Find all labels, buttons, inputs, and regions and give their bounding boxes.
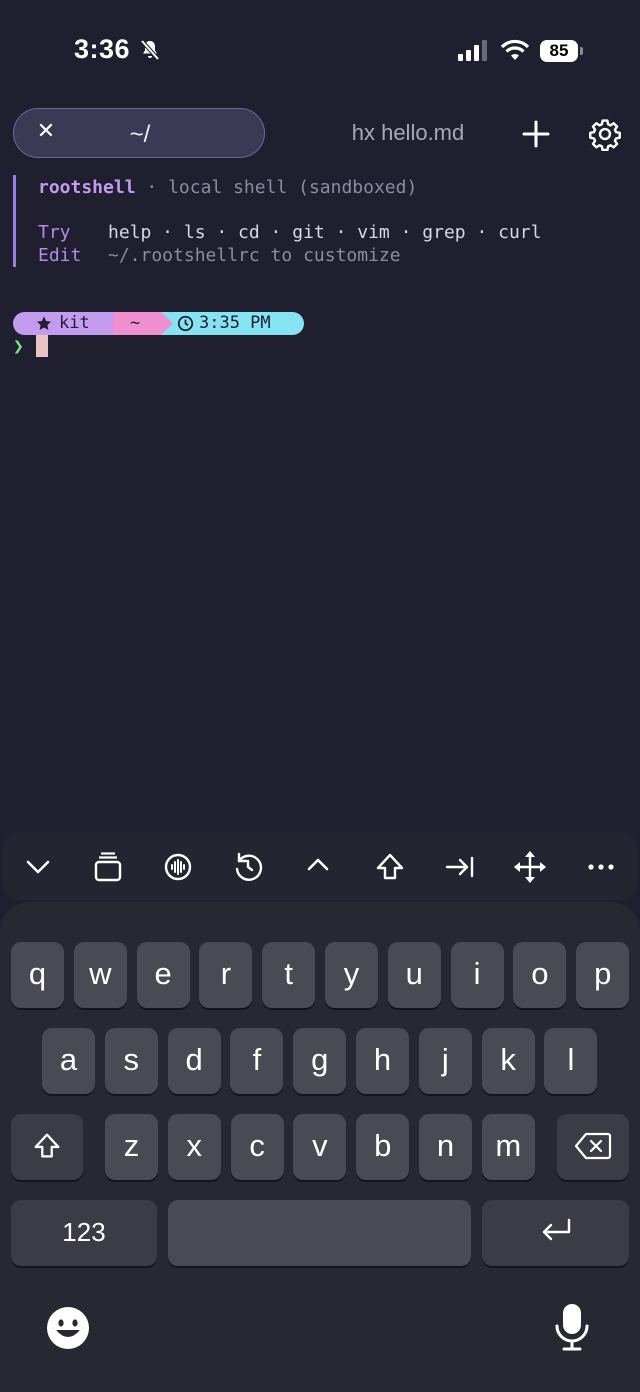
move-arrows-icon[interactable] xyxy=(512,849,548,885)
caret-up-icon[interactable] xyxy=(300,849,336,885)
key-r[interactable]: r xyxy=(199,942,253,1008)
text-cursor[interactable] xyxy=(36,335,48,357)
key-v[interactable]: v xyxy=(293,1114,347,1180)
tab-home-label: ~/ xyxy=(129,121,151,148)
history-icon[interactable] xyxy=(230,849,266,885)
prompt-user-segment: kit xyxy=(13,312,121,335)
prompt-time-segment: 3:35 PM xyxy=(173,312,304,335)
edit-text: ~/.rootshellrc to customize xyxy=(108,245,401,266)
welcome-edit-line: Edit ~/.rootshellrc to customize xyxy=(38,245,401,266)
key-s[interactable]: s xyxy=(104,1028,158,1094)
plus-icon[interactable] xyxy=(520,118,552,150)
shift-key[interactable] xyxy=(11,1114,83,1180)
try-commands: help · ls · cd · git · vim · grep · curl xyxy=(108,222,542,243)
key-g[interactable]: g xyxy=(293,1028,347,1094)
emoji-icon[interactable] xyxy=(46,1306,90,1350)
status-time: 3:36 xyxy=(74,34,131,64)
shift-arrow-icon[interactable] xyxy=(372,849,408,885)
try-label: Try xyxy=(38,222,71,243)
prompt-time: 3:35 PM xyxy=(199,313,271,333)
title-separator: · xyxy=(135,177,169,198)
key-u[interactable]: u xyxy=(387,942,441,1008)
key-toolbar xyxy=(2,832,638,900)
key-l[interactable]: l xyxy=(544,1028,598,1094)
key-o[interactable]: o xyxy=(513,942,567,1008)
key-j[interactable]: j xyxy=(418,1028,472,1094)
tabs-stack-icon[interactable] xyxy=(90,849,126,885)
clock-icon xyxy=(177,315,194,332)
cellular-signal-icon xyxy=(458,40,490,67)
return-key[interactable] xyxy=(482,1200,629,1266)
battery-cap xyxy=(580,47,583,55)
status-bar: 3:36 85 xyxy=(0,0,640,100)
return-icon xyxy=(542,1218,570,1241)
key-h[interactable]: h xyxy=(356,1028,409,1094)
welcome-try-line: Try help · ls · cd · git · vim · grep · c… xyxy=(38,222,541,243)
bell-muted-icon xyxy=(138,38,162,67)
star-icon xyxy=(36,316,52,330)
key-k[interactable]: k xyxy=(481,1028,535,1094)
edit-label: Edit xyxy=(38,245,82,266)
more-icon[interactable] xyxy=(583,849,619,885)
tab-editor[interactable]: hx hello.md xyxy=(330,120,486,146)
microphone-icon[interactable] xyxy=(554,1302,590,1352)
prompt-symbol: ❯ xyxy=(13,336,24,357)
brand-subtitle: local shell (sandboxed) xyxy=(168,177,418,198)
segment-arrow-2 xyxy=(161,312,173,335)
space-key[interactable] xyxy=(168,1200,471,1266)
key-n[interactable]: n xyxy=(419,1114,472,1180)
battery-indicator: 85 xyxy=(540,40,578,62)
key-e[interactable]: e xyxy=(136,942,190,1008)
welcome-title-line: rootshell · local shell (sandboxed) xyxy=(38,177,417,198)
tab-home[interactable]: ✕ ~/ xyxy=(13,108,265,158)
prompt-user: kit xyxy=(59,313,90,333)
key-i[interactable]: i xyxy=(450,942,504,1008)
tab-arrow-icon[interactable] xyxy=(442,849,478,885)
numbers-key[interactable]: 123 xyxy=(11,1200,157,1266)
key-y[interactable]: y xyxy=(325,942,378,1008)
key-z[interactable]: z xyxy=(105,1114,158,1180)
welcome-banner: rootshell · local shell (sandboxed) Try h… xyxy=(13,175,616,267)
key-p[interactable]: p xyxy=(576,942,630,1008)
key-t[interactable]: t xyxy=(262,942,316,1008)
shift-icon xyxy=(34,1133,60,1158)
wifi-icon xyxy=(500,38,530,67)
audio-wave-icon[interactable] xyxy=(160,849,196,885)
key-w[interactable]: w xyxy=(73,942,127,1008)
key-q[interactable]: q xyxy=(11,942,64,1008)
key-f[interactable]: f xyxy=(230,1028,284,1094)
prompt-dir: ~ xyxy=(130,313,141,333)
backspace-icon xyxy=(574,1132,612,1160)
key-x[interactable]: x xyxy=(167,1114,221,1180)
key-b[interactable]: b xyxy=(356,1114,410,1180)
key-c[interactable]: c xyxy=(230,1114,284,1180)
brand-name: rootshell xyxy=(38,177,136,198)
backspace-key[interactable] xyxy=(557,1114,629,1180)
key-d[interactable]: d xyxy=(167,1028,221,1094)
gear-icon[interactable] xyxy=(588,117,622,152)
key-m[interactable]: m xyxy=(481,1114,535,1180)
chevron-down-icon[interactable] xyxy=(20,849,56,885)
key-a[interactable]: a xyxy=(42,1028,95,1094)
